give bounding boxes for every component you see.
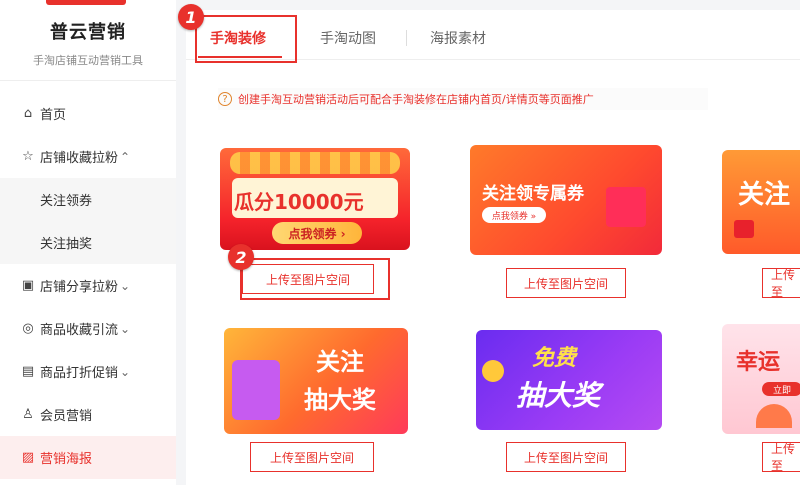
banner-main-text: 瓜分10000元 [234,190,364,214]
sidebar-item-member[interactable]: ♙ 会员营销 [0,393,176,436]
gift-box-decoration [606,187,646,227]
banner-cta: 点我领券 › [272,222,362,244]
step-badge-2: 2 [228,244,254,270]
home-icon: ⌂ [23,106,33,121]
upload-to-image-space-button[interactable]: 上传至图片空间 [506,268,626,298]
banner-main-text: 关注领专属券 [482,184,584,204]
poster-banner-follow-partial: 关注 [722,150,800,254]
coins-decoration [230,152,400,174]
sidebar-item-label: 营销海报 [40,452,93,467]
poster-banner-lucky-partial: 幸运 立即 [722,324,800,434]
step-badge-1: 1 [178,4,204,30]
upload-to-image-space-button[interactable]: 上传至 [762,442,800,473]
upload-to-image-space-button[interactable]: 上传至图片空间 [506,442,626,472]
sidebar-item-store-share[interactable]: ▣ 店铺分享拉粉 ⌄ [0,264,176,307]
sidebar-item-label: 商品打折促销 [40,366,119,381]
sidebar: 普云营销 手淘店铺互动营销工具 ⌂ 首页 ☆ 店铺收藏拉粉 ⌃ 关注领券 关注抽… [0,0,176,485]
banner-cta: 点我领券 » [482,207,546,223]
upload-to-image-space-button[interactable]: 上传至 [762,268,800,299]
collect-icon: ◎ [22,321,34,336]
chevron-down-icon: ⌄ [120,321,131,336]
banner-main-text: 关注 [738,180,791,210]
poster-icon: ▨ [21,450,35,465]
poster-banner-follow-coupon: 关注领专属券 点我领券 » [470,145,662,255]
sidebar-item-product-discount[interactable]: ▤ 商品打折促销 ⌄ [0,350,176,393]
banner-main-text: 关注 [316,348,364,376]
sidebar-item-store-follow[interactable]: ☆ 店铺收藏拉粉 ⌃ [0,135,176,178]
sidebar-nav: ⌂ 首页 ☆ 店铺收藏拉粉 ⌃ 关注领券 关注抽奖 ▣ 店铺分享拉粉 ⌄ ◎ 商… [0,92,176,479]
coin-decoration [482,360,504,382]
gift-box-decoration [232,360,280,420]
poster-banner-follow-lottery: 关注 抽大奖 [224,328,408,434]
info-notice: ? 创建手淘互动营销活动后可配合手淘装修在店铺内首页/详情页等页面推广 [218,88,708,110]
tab-highlight-box [195,15,297,63]
member-icon: ♙ [22,407,34,422]
sidebar-item-label: 关注抽奖 [40,237,93,252]
sidebar-item-label: 店铺收藏拉粉 [40,151,119,166]
sidebar-item-home[interactable]: ⌂ 首页 [0,92,176,135]
main-panel: 手淘装修 手淘动图 海报素材 ? 创建手淘互动营销活动后可配合手淘装修在店铺内首… [186,10,800,485]
sidebar-item-product-collect[interactable]: ◎ 商品收藏引流 ⌄ [0,307,176,350]
question-icon: ? [218,92,232,106]
sidebar-item-label: 商品收藏引流 [40,323,119,338]
discount-icon: ▤ [21,364,35,379]
sidebar-item-label: 店铺分享拉粉 [40,280,119,295]
sidebar-subitem-follow-coupon[interactable]: 关注领券 [0,178,176,221]
star-icon: ☆ [22,149,34,164]
sidebar-subitem-follow-lottery[interactable]: 关注抽奖 [0,221,176,264]
banner-main-text-2: 抽大奖 [304,386,376,414]
gift-box-decoration [734,220,754,238]
brand-title: 普云营销 [50,22,126,43]
upload-to-image-space-button[interactable]: 上传至图片空间 [250,442,374,472]
sidebar-top-accent [46,0,126,5]
wheel-decoration [756,404,792,428]
sidebar-divider [0,80,176,81]
sidebar-item-label: 会员营销 [40,409,93,424]
chevron-up-icon: ⌃ [120,149,131,164]
tab-divider [406,30,407,46]
tab-poster-material[interactable]: 海报素材 [430,28,486,48]
upload-highlight-box [240,258,390,300]
sidebar-item-poster[interactable]: ▨ 营销海报 [0,436,176,479]
banner-main-text: 免费 [532,346,577,371]
banner-cta: 立即 [762,382,800,396]
banner-main-text: 幸运 [736,350,781,375]
tab-taobao-animation[interactable]: 手淘动图 [320,28,376,48]
banner-main-text-2: 抽大奖 [516,379,601,412]
brand-tagline: 手淘店铺互动营销工具 [33,54,143,67]
sidebar-item-label: 关注领券 [40,194,93,209]
chevron-down-icon: ⌄ [120,278,131,293]
poster-banner-free-lottery: 免费 抽大奖 [476,330,662,430]
share-icon: ▣ [21,278,35,293]
sidebar-item-label: 首页 [40,108,67,123]
poster-banner-coupon-10000: 瓜分10000元 点我领券 › [220,148,410,250]
notice-text: 创建手淘互动营销活动后可配合手淘装修在店铺内首页/详情页等页面推广 [238,93,594,106]
chevron-down-icon: ⌄ [120,364,131,379]
